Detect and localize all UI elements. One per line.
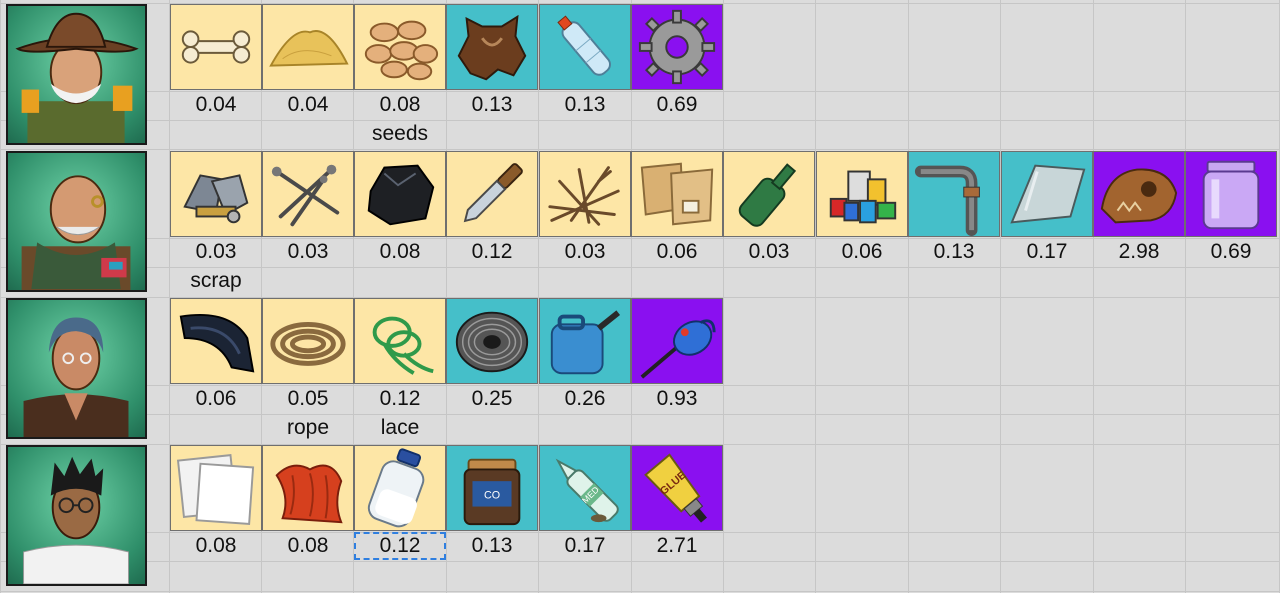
coal-icon[interactable] [354,151,446,237]
wire-spool-icon[interactable] [446,298,538,384]
rubber-tire-piece-icon[interactable] [170,298,262,384]
jerrycan-icon[interactable] [539,298,631,384]
item-label-cell[interactable] [816,267,908,295]
value-cell[interactable]: 0.06 [816,238,908,266]
shoelace-icon[interactable] [354,298,446,384]
paper-scraps-icon[interactable] [631,151,723,237]
coffee-jar-icon[interactable]: CO [446,445,538,531]
value-cell[interactable]: 0.03 [262,238,354,266]
nails-icon[interactable] [262,151,354,237]
item-label-cell[interactable]: seeds [354,120,446,148]
value-cell[interactable]: 0.08 [170,532,262,560]
item-label-cell[interactable] [354,267,446,295]
seeds-icon[interactable] [354,4,446,90]
knife-icon[interactable] [446,151,538,237]
value-cell[interactable]: 0.08 [354,91,446,119]
value-cell[interactable]: 0.08 [262,532,354,560]
value-cell[interactable]: 0.04 [262,91,354,119]
value-cell[interactable]: 0.17 [1001,238,1093,266]
item-label-cell[interactable] [170,414,262,442]
item-label-cell[interactable] [631,267,723,295]
oil-can-icon[interactable] [631,298,723,384]
value-cell[interactable]: 0.26 [539,385,631,413]
scientist-with-glasses-portrait [6,445,147,586]
item-label-cell[interactable] [723,267,815,295]
item-label-cell[interactable] [539,120,631,148]
item-label-cell[interactable]: scrap [170,267,262,295]
sand-pile-icon[interactable] [262,4,354,90]
item-label-cell[interactable] [446,414,538,442]
twigs-icon[interactable] [539,151,631,237]
med-ampoule-icon[interactable]: MED [539,445,631,531]
bone-icon[interactable] [170,4,262,90]
value-cell[interactable]: 0.13 [908,238,1000,266]
item-label-cell[interactable] [354,561,446,589]
value-cell[interactable]: 2.71 [631,532,723,560]
value-cell[interactable]: 0.13 [446,91,538,119]
value-cell[interactable]: 0.06 [631,238,723,266]
plastic-waste-icon[interactable] [816,151,908,237]
value-cell[interactable]: 0.08 [354,238,446,266]
scrap-metal-icon[interactable] [170,151,262,237]
value-cell[interactable]: 0.69 [631,91,723,119]
item-label-cell[interactable]: lace [354,414,446,442]
item-label-cell[interactable] [1185,267,1277,295]
item-label-cell[interactable] [631,120,723,148]
value-cell[interactable]: 2.98 [1093,238,1185,266]
item-label-cell[interactable] [170,120,262,148]
skull-fossil-icon[interactable] [1093,151,1185,237]
value-cell[interactable]: 0.03 [723,238,815,266]
gear-icon[interactable] [631,4,723,90]
item-label-cell[interactable] [262,267,354,295]
item-label-cell[interactable] [446,561,538,589]
paper-sheets-icon[interactable] [170,445,262,531]
glass-jar-icon[interactable] [1185,151,1277,237]
rope-coil-icon[interactable] [262,298,354,384]
value-cell[interactable]: 0.13 [446,532,538,560]
value-cell[interactable]: 0.69 [1185,238,1277,266]
plastic-bottle-icon[interactable] [539,4,631,90]
glue-tube-icon[interactable]: GLUE [631,445,723,531]
value-cell[interactable]: 0.12 [446,238,538,266]
glass-bottle-icon[interactable] [723,151,815,237]
item-label-cell[interactable] [170,561,262,589]
item-label-cell[interactable] [539,267,631,295]
value-cell[interactable]: 0.93 [631,385,723,413]
bald-mechanic-portrait [6,151,147,292]
value-cell[interactable]: 0.25 [446,385,538,413]
item-label-cell[interactable] [262,561,354,589]
item-label-cell[interactable] [539,561,631,589]
item-label-cell[interactable] [1093,267,1185,295]
pipe-icon[interactable] [908,151,1000,237]
item-label-cell[interactable] [631,414,723,442]
blue-haired-woman-portrait [6,298,147,439]
item-label-cell[interactable] [1001,267,1093,295]
value-cell[interactable]: 0.17 [539,532,631,560]
grid-row-line [0,591,1280,592]
item-label-cell[interactable] [446,267,538,295]
item-label-cell[interactable] [908,267,1000,295]
item-label-cell[interactable] [631,561,723,589]
value-cell[interactable]: 0.05 [262,385,354,413]
value-cell[interactable]: 0.06 [170,385,262,413]
item-label-cell[interactable] [446,120,538,148]
item-label-cell[interactable] [262,120,354,148]
glass-shard-icon[interactable] [1001,151,1093,237]
value-cell[interactable]: 0.03 [170,238,262,266]
cowboy-hat-survivor-portrait [6,4,147,145]
selected-value-cell[interactable]: 0.12 [354,532,446,560]
coffee-jar-label: CO [484,490,500,502]
animal-hide-icon[interactable] [446,4,538,90]
value-cell[interactable]: 0.13 [539,91,631,119]
red-cloth-icon[interactable] [262,445,354,531]
value-cell[interactable]: 0.12 [354,385,446,413]
grid-row-line [0,149,1280,150]
item-label-cell[interactable]: rope [262,414,354,442]
value-cell[interactable]: 0.04 [170,91,262,119]
item-label-cell[interactable] [539,414,631,442]
value-cell[interactable]: 0.03 [539,238,631,266]
milk-bottle-icon[interactable] [354,445,446,531]
